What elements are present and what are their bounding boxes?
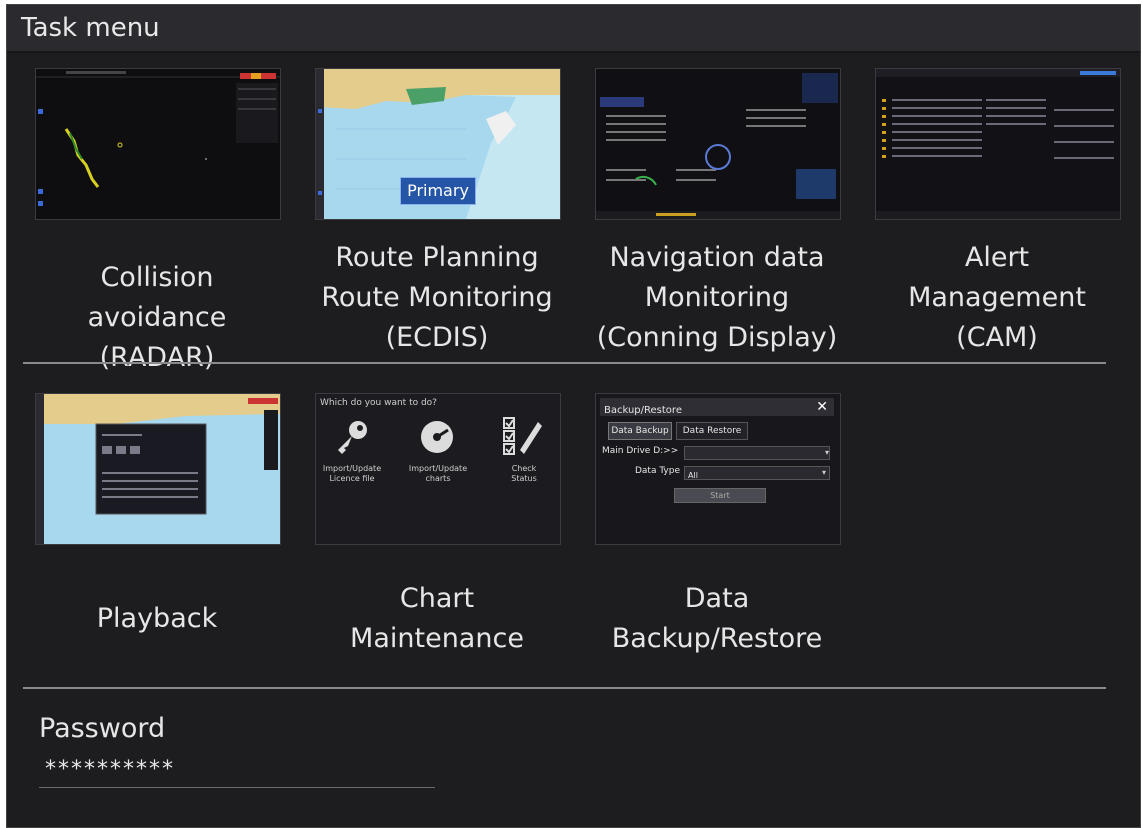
task-ecdis[interactable]: Primary Route Planning Route Monitoring …: [307, 68, 567, 358]
chevron-down-icon: ▾: [821, 468, 826, 477]
task-label: Data Backup/Restore: [611, 583, 823, 654]
thumb-start-button: Start: [674, 488, 766, 503]
task-label: Route Planning Route Monitoring (ECDIS): [321, 242, 553, 353]
thumb-item-label: Import/Update charts: [408, 464, 468, 483]
task-conning[interactable]: Navigation data Monitoring (Conning Disp…: [587, 68, 847, 358]
task-playback[interactable]: Playback: [27, 393, 287, 669]
task-label: Playback: [96, 603, 218, 634]
close-icon: ✕: [816, 399, 828, 415]
radar-thumbnail: [35, 68, 281, 220]
key-icon: [332, 416, 374, 458]
thumb-item-label: Check Status: [511, 464, 537, 483]
primary-badge: Primary: [400, 177, 476, 205]
thumb-title-text: Backup/Restore: [604, 405, 682, 416]
row-divider: [23, 687, 1106, 689]
thumb-field1-label: Main Drive D:>>: [602, 446, 679, 456]
conning-thumbnail: [595, 68, 841, 220]
thumb-field2-value: All: [688, 471, 698, 480]
task-data-backup-restore[interactable]: Backup/Restore ✕ Data Backup Data Restor…: [587, 393, 847, 669]
task-chart-maintenance[interactable]: Which do you want to do? Import/Update L…: [307, 393, 567, 669]
task-label: Collision avoidance (RADAR): [87, 262, 227, 373]
thumb-prompt: Which do you want to do?: [320, 398, 437, 408]
task-label: Alert Management (CAM): [908, 242, 1086, 353]
task-alert-management[interactable]: Alert Management (CAM): [867, 68, 1127, 358]
task-label: Navigation data Monitoring (Conning Disp…: [596, 242, 838, 353]
backup-restore-thumbnail: Backup/Restore ✕ Data Backup Data Restor…: [595, 393, 841, 545]
playback-thumbnail: [35, 393, 281, 545]
password-label: Password: [39, 713, 166, 744]
thumb-field2-label: Data Type: [634, 466, 680, 476]
window-title: Task menu: [7, 5, 1140, 53]
thumb-dialog-title: Backup/Restore ✕: [600, 398, 834, 416]
task-label: Chart Maintenance: [350, 583, 524, 654]
task-menu-window: Task menu Collision avoidance (RADAR) Pr…: [6, 4, 1141, 828]
thumb-field2-dropdown: All ▾: [684, 466, 830, 480]
thumb-tab-backup: Data Backup: [608, 422, 672, 440]
alert-thumbnail: [875, 68, 1121, 220]
thumb-field1-dropdown: ▾: [684, 446, 830, 460]
thumb-item-label: Import/Update Licence file: [322, 464, 382, 483]
password-field[interactable]: [39, 751, 435, 788]
thumb-tab-restore: Data Restore: [676, 422, 748, 440]
row-divider: [23, 362, 1106, 364]
task-radar[interactable]: Collision avoidance (RADAR): [27, 68, 287, 373]
checklist-icon: [500, 414, 544, 458]
chart-maintenance-thumbnail: Which do you want to do? Import/Update L…: [315, 393, 561, 545]
disc-icon: [416, 416, 458, 458]
ecdis-thumbnail: Primary: [315, 68, 561, 220]
